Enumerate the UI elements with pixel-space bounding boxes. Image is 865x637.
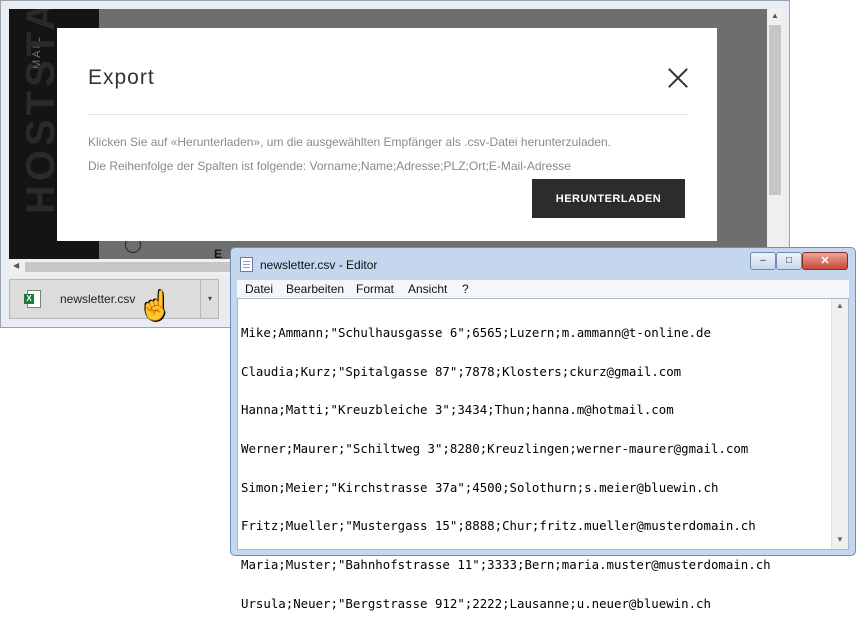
notepad-menubar: Datei Bearbeiten Format Ansicht ? (237, 280, 849, 298)
close-icon[interactable] (667, 67, 689, 89)
download-bar: X newsletter.csv ▾ (9, 279, 219, 319)
scroll-up-arrow-icon[interactable]: ▲ (771, 11, 779, 20)
hand-pointer-cursor-icon: ☝ (138, 290, 173, 321)
menu-help[interactable]: ? (462, 282, 469, 296)
maximize-button[interactable]: □ (776, 252, 802, 270)
minimize-button[interactable]: – (750, 252, 776, 270)
modal-columns-text: Die Reihenfolge der Spalten ist folgende… (88, 159, 571, 173)
scroll-left-arrow-icon[interactable]: ◀ (13, 261, 19, 270)
export-modal: Export Klicken Sie auf «Herunterladen», … (57, 28, 717, 241)
text-line: Hanna;Matti;"Kreuzbleiche 3";3434;Thun;h… (241, 402, 674, 418)
background-text: E (214, 247, 226, 259)
text-line: Maria;Muster;"Bahnhofstrasse 11";3333;Be… (241, 557, 771, 573)
browser-vertical-scrollbar[interactable]: ▲ ▼ (767, 9, 783, 259)
menu-datei[interactable]: Datei (245, 282, 273, 296)
notepad-title: newsletter.csv - Editor (260, 258, 378, 272)
text-line: Mike;Ammann;"Schulhausgasse 6";6565;Luze… (241, 324, 711, 340)
text-line: Ursula;Neuer;"Bergstrasse 912";2222;Laus… (241, 595, 711, 611)
modal-instruction-text: Klicken Sie auf «Herunterladen», um die … (88, 135, 611, 149)
text-line: Simon;Meier;"Kirchstrasse 37a";4500;Solo… (241, 479, 719, 495)
scroll-up-arrow-icon[interactable]: ▲ (836, 301, 844, 310)
close-window-button[interactable]: ✕ (802, 252, 848, 270)
menu-bearbeiten[interactable]: Bearbeiten (286, 282, 344, 296)
text-line: Claudia;Kurz;"Spitalgasse 87";7878;Klost… (241, 363, 682, 379)
scroll-down-arrow-icon[interactable]: ▼ (836, 535, 844, 544)
modal-divider (88, 114, 688, 115)
download-button[interactable]: HERUNTERLADEN (532, 179, 685, 218)
notepad-vertical-scrollbar[interactable]: ▲ ▼ (831, 299, 848, 549)
notepad-window: newsletter.csv - Editor – □ ✕ Datei Bear… (230, 247, 856, 610)
text-line: Fritz;Mueller;"Mustergass 15";8888;Chur;… (241, 518, 756, 534)
excel-file-icon: X (24, 290, 41, 308)
notepad-text: Mike;Ammann;"Schulhausgasse 6";6565;Luze… (241, 301, 771, 637)
menu-format[interactable]: Format (356, 282, 394, 296)
modal-title: Export (88, 66, 155, 89)
notepad-text-area[interactable]: Mike;Ammann;"Schulhausgasse 6";6565;Luze… (237, 298, 849, 610)
text-line: Werner;Maurer;"Schiltweg 3";8280;Kreuzli… (241, 440, 749, 456)
notepad-icon (240, 257, 253, 272)
download-item-label: newsletter.csv (60, 292, 136, 306)
notepad-titlebar[interactable]: newsletter.csv - Editor – □ ✕ (231, 248, 855, 280)
scroll-thumb[interactable] (769, 25, 781, 195)
chevron-down-icon[interactable]: ▾ (200, 280, 219, 318)
menu-ansicht[interactable]: Ansicht (408, 282, 447, 296)
